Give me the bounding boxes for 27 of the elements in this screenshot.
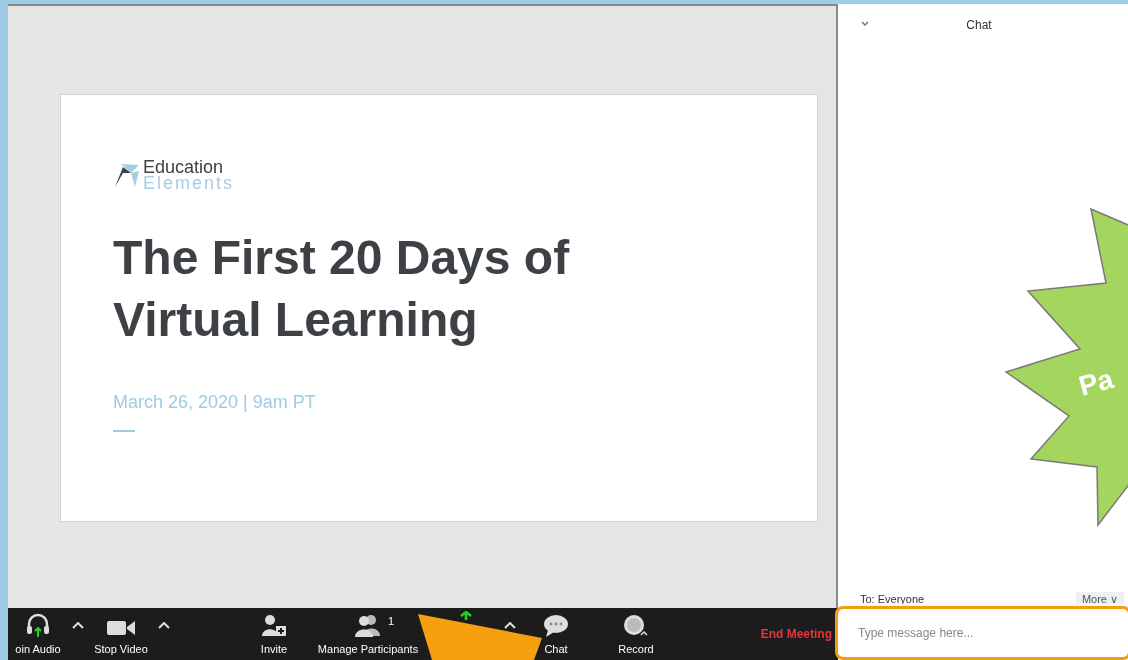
slide-title: The First 20 Days of Virtual Learning <box>113 230 571 348</box>
slide-date: March 26, 2020 | 9am PT <box>113 391 317 414</box>
logo-text: Education <box>143 159 224 175</box>
participant-count: 1 <box>387 614 394 629</box>
toolbar-button[interactable]: Stop Video <box>92 611 150 657</box>
chat-bubble-icon <box>543 613 569 638</box>
panel-title: Chat <box>966 17 992 34</box>
toolbar-button[interactable]: oin Audio <box>12 611 64 657</box>
participants-icon <box>354 613 382 638</box>
end-meeting-button[interactable]: End Meeting <box>760 625 832 643</box>
chevron-down-icon[interactable] <box>860 20 870 27</box>
record-icon <box>623 613 649 638</box>
toolbar-button[interactable]: Record <box>614 611 658 657</box>
toolbar-button[interactable]: Chat <box>536 611 576 657</box>
more-button[interactable]: More ∨ <box>1075 592 1124 604</box>
message-input[interactable]: Type message here... <box>835 606 1128 660</box>
logo-text: Elements <box>143 175 235 191</box>
caret-icon[interactable] <box>72 622 84 629</box>
toolbar-button[interactable]: Invite <box>254 611 294 657</box>
caret-icon[interactable] <box>158 622 170 629</box>
headphones-icon <box>25 611 51 638</box>
add-user-icon <box>261 613 287 638</box>
arrow-up-icon <box>459 611 473 620</box>
toolbar-button[interactable] <box>459 611 473 620</box>
accent-line <box>113 430 135 432</box>
caret-icon[interactable] <box>504 622 516 629</box>
callout-text: Pa <box>1075 363 1117 402</box>
